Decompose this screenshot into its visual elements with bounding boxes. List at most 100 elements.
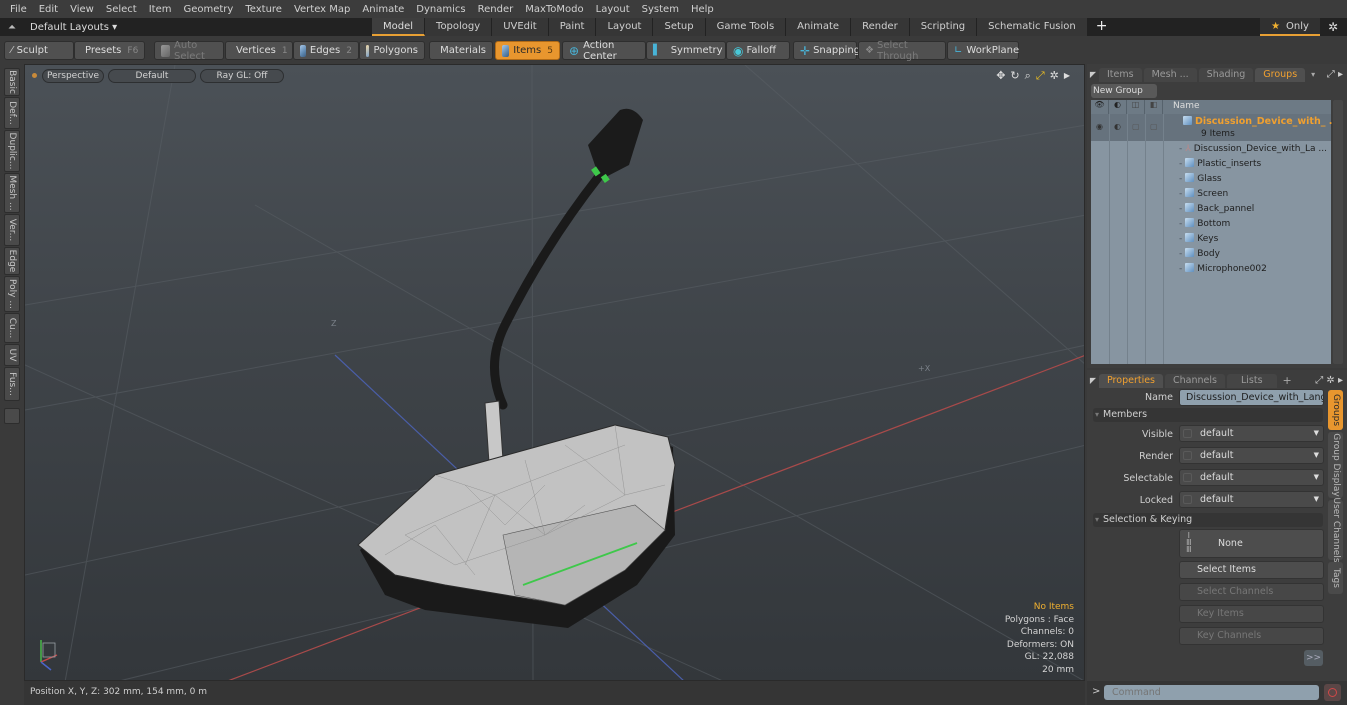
locked-dropdown[interactable]: default ▼ <box>1179 491 1324 508</box>
group-child-row[interactable]: - Plastic_inserts <box>1179 157 1261 172</box>
render-col-icon[interactable]: ◐ <box>1109 100 1127 114</box>
tab-animate[interactable]: Animate <box>786 18 852 36</box>
edges-button[interactable]: Edges 2 <box>293 41 359 60</box>
tab-uvedit[interactable]: UVEdit <box>492 18 549 36</box>
more-button[interactable]: >> <box>1304 650 1323 666</box>
items-button[interactable]: Items 5 <box>495 41 560 60</box>
action-center-button[interactable]: ⊕ Action Center <box>562 40 646 62</box>
workplane-button[interactable]: ∟ WorkPlane <box>947 41 1019 60</box>
key-channels-button[interactable]: Key Channels <box>1179 627 1324 645</box>
group-name-input[interactable] <box>1179 389 1324 406</box>
collapse-arrow-icon[interactable]: ⏶ <box>0 22 24 33</box>
key-items-button[interactable]: Key Items <box>1179 605 1324 623</box>
render-checkbox[interactable] <box>1183 451 1192 460</box>
viewport-gear-icon[interactable]: ✲ <box>1050 69 1059 83</box>
lock-col-icon[interactable]: ◫ <box>1127 100 1145 114</box>
tab-paint[interactable]: Paint <box>548 18 597 36</box>
falloff-button[interactable]: ◉ Falloff <box>726 41 790 60</box>
visible-dropdown[interactable]: default ▼ <box>1179 425 1324 442</box>
group-child-row[interactable]: - Body <box>1179 247 1220 262</box>
menu-edit[interactable]: Edit <box>33 4 64 15</box>
tab-model[interactable]: Model <box>372 18 426 36</box>
tab-lists[interactable]: Lists <box>1226 373 1277 388</box>
group-child-row[interactable]: - Keys <box>1179 232 1218 247</box>
tab-setup[interactable]: Setup <box>653 18 706 36</box>
tab-properties[interactable]: Properties <box>1099 373 1164 388</box>
tab-game-tools[interactable]: Game Tools <box>705 18 787 36</box>
render-dropdown[interactable]: default ▼ <box>1179 447 1324 464</box>
shading-mode-button[interactable]: Default <box>108 69 196 83</box>
left-tab-vertex[interactable]: Ver... <box>4 214 20 246</box>
3d-viewport[interactable]: Z +X Perspective Default Ray GL: Off ✥ ↻… <box>24 64 1085 681</box>
menu-render[interactable]: Render <box>472 4 520 15</box>
none-button[interactable]: ⁝ ⁝⁝⁝ ⁝⁝⁝ None <box>1179 529 1324 558</box>
view-mode-button[interactable]: Perspective <box>42 69 104 83</box>
tab-schematic-fusion[interactable]: Schematic Fusion <box>977 18 1088 36</box>
tab-items[interactable]: Items <box>1099 67 1142 82</box>
select-col-icon[interactable]: ◧ <box>1145 100 1163 114</box>
pan-icon[interactable]: ✥ <box>996 69 1005 83</box>
left-tab-duplicate[interactable]: Duplic... <box>4 130 20 172</box>
visible-checkbox[interactable] <box>1183 429 1192 438</box>
default-layouts-dropdown[interactable]: Default Layouts ▾ <box>30 22 372 33</box>
tab-mesh[interactable]: Mesh ... <box>1143 67 1197 82</box>
menu-animate[interactable]: Animate <box>356 4 410 15</box>
left-tab-curve[interactable]: Cu... <box>4 313 20 343</box>
presets-button[interactable]: Presets F6 <box>74 41 145 60</box>
panel-menu-icon[interactable]: ◤ <box>1087 70 1099 79</box>
locked-checkbox[interactable] <box>1183 495 1192 504</box>
left-tab-uv[interactable]: UV <box>4 344 20 366</box>
side-tab-user-channels[interactable]: User Channels <box>1328 497 1343 563</box>
menu-select[interactable]: Select <box>100 4 143 15</box>
tab-render[interactable]: Render <box>851 18 910 36</box>
menu-file[interactable]: File <box>4 4 33 15</box>
side-tab-groups[interactable]: Groups <box>1328 390 1343 430</box>
group-child-row[interactable]: - Back_pannel <box>1179 202 1254 217</box>
menu-view[interactable]: View <box>64 4 100 15</box>
left-tab-deform[interactable]: Def... <box>4 97 20 129</box>
tab-layout[interactable]: Layout <box>596 18 654 36</box>
left-tab-mesh[interactable]: Mesh ... <box>4 173 20 213</box>
menu-item[interactable]: Item <box>143 4 178 15</box>
gear-icon[interactable]: ✲ <box>1325 18 1341 36</box>
tab-groups[interactable]: Groups <box>1255 67 1306 82</box>
root-select-icon[interactable]: ▢ <box>1150 122 1158 131</box>
vertices-button[interactable]: Vertices 1 <box>225 41 293 60</box>
record-macro-icon[interactable] <box>1324 684 1341 701</box>
select-channels-button[interactable]: Select Channels <box>1179 583 1324 601</box>
snapping-button[interactable]: ✛ Snapping <box>793 41 860 60</box>
name-column-header[interactable]: Name <box>1173 101 1200 111</box>
tab-topology[interactable]: Topology <box>425 18 493 36</box>
group-child-row[interactable]: - ⅄ Discussion_Device_with_La ... <box>1179 142 1327 157</box>
menu-maxtomodo[interactable]: MaxToModo <box>519 4 589 15</box>
maximize-icon[interactable]: ⤢ <box>1036 69 1045 83</box>
selectable-dropdown[interactable]: default ▼ <box>1179 469 1324 486</box>
menu-help[interactable]: Help <box>685 4 720 15</box>
sculpt-button[interactable]: ⁄ Sculpt <box>4 41 74 60</box>
menu-dynamics[interactable]: Dynamics <box>410 4 471 15</box>
selectable-checkbox[interactable] <box>1183 473 1192 482</box>
left-tab-basic[interactable]: Basic <box>4 68 20 96</box>
add-tab-button[interactable]: + <box>1088 18 1116 36</box>
visibility-col-icon[interactable]: 👁 <box>1091 100 1109 114</box>
menu-vertex-map[interactable]: Vertex Map <box>288 4 356 15</box>
tab-shading[interactable]: Shading <box>1198 67 1254 82</box>
members-section[interactable]: Members <box>1093 408 1323 422</box>
root-render-icon[interactable]: ◐ <box>1114 122 1121 131</box>
new-group-button[interactable]: New Group <box>1091 84 1157 98</box>
raygl-button[interactable]: Ray GL: Off <box>200 69 284 83</box>
tab-scripting[interactable]: Scripting <box>909 18 978 36</box>
panel-menu-icon[interactable]: ◤ <box>1087 376 1099 385</box>
menu-geometry[interactable]: Geometry <box>177 4 239 15</box>
materials-button[interactable]: Materials <box>429 41 493 60</box>
left-tab-extra[interactable] <box>4 408 20 424</box>
menu-layout[interactable]: Layout <box>590 4 636 15</box>
side-tab-group-display[interactable]: Group Display <box>1328 432 1343 498</box>
left-tab-edge[interactable]: Edge <box>4 247 20 275</box>
panel-expand-icon[interactable]: ⤢ ▸ <box>1327 69 1343 80</box>
group-list-scrollbar[interactable] <box>1333 100 1343 364</box>
viewport-more-icon[interactable]: ▶ <box>1064 69 1070 83</box>
tabs-dropdown-icon[interactable]: ▾ <box>1311 70 1315 79</box>
group-child-row[interactable]: - Glass <box>1179 172 1222 187</box>
menu-texture[interactable]: Texture <box>239 4 288 15</box>
